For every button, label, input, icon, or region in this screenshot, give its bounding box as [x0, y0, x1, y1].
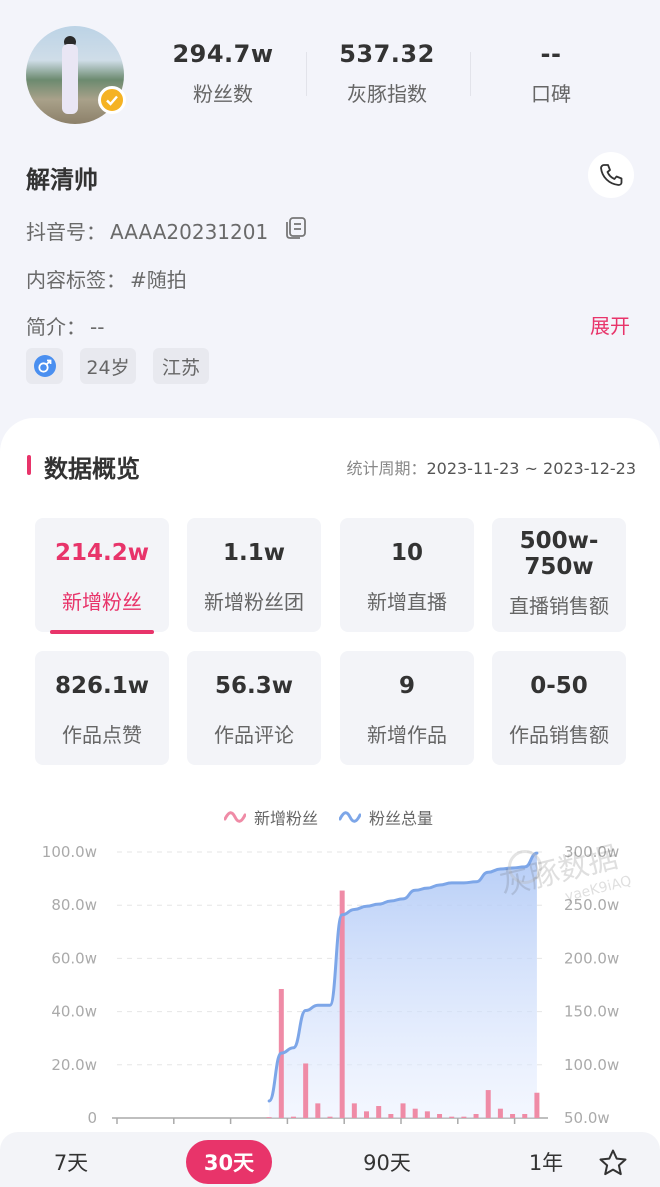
y-right-tick-label: 50.0w	[564, 1109, 610, 1127]
metric-tile[interactable]: 0-50 作品销售额	[492, 651, 626, 765]
metric-label: 作品评论	[214, 723, 294, 747]
new-fans-bar	[364, 1111, 370, 1118]
metric-value: 9	[398, 673, 415, 699]
new-fans-bar	[437, 1114, 443, 1118]
bio-label: 简介：	[26, 315, 86, 339]
metric-value: 1.1w	[223, 540, 285, 566]
metric-value: 56.3w	[215, 673, 293, 699]
bio-value: --	[90, 315, 105, 339]
stat-index-label: 灰豚指数	[347, 82, 427, 106]
metric-value: 826.1w	[55, 673, 149, 699]
metric-tile[interactable]: 1.1w 新增粉丝团	[187, 518, 321, 632]
douyin-id-value: AAAA20231201	[110, 220, 269, 244]
gender-tag	[26, 348, 63, 384]
range-option[interactable]: 7天	[36, 1140, 106, 1184]
phone-button[interactable]	[588, 152, 634, 198]
new-fans-bar	[461, 1116, 467, 1118]
metric-label: 新增作品	[367, 723, 447, 747]
y-left-tick-label: 0	[87, 1109, 97, 1127]
new-fans-bar	[388, 1114, 394, 1118]
profile-header: 294.7w 粉丝数 537.32 灰豚指数 -- 口碑 解清帅 抖音号： AAA…	[0, 0, 660, 440]
range-option[interactable]: 30天	[186, 1140, 272, 1184]
metric-label: 新增粉丝团	[204, 590, 304, 614]
new-fans-bar	[290, 1116, 296, 1118]
stat-followers: 294.7w 粉丝数	[148, 40, 298, 107]
new-fans-bar	[412, 1108, 418, 1118]
y-left-tick-label: 60.0w	[51, 949, 97, 967]
metric-label: 作品点赞	[62, 723, 142, 747]
metric-tile[interactable]: 9 新增作品	[340, 651, 474, 765]
y-right-tick-label: 150.0w	[564, 1003, 619, 1021]
region-tag: 江苏	[153, 348, 209, 384]
y-left-tick-label: 20.0w	[51, 1056, 97, 1074]
douyin-id-row: 抖音号： AAAA20231201	[26, 216, 272, 245]
y-right-tick-label: 100.0w	[564, 1056, 619, 1074]
new-fans-bar	[327, 1116, 333, 1118]
stat-index: 537.32 灰豚指数	[312, 40, 462, 107]
stat-followers-label: 粉丝数	[193, 82, 253, 106]
new-fans-bar	[485, 1090, 491, 1118]
active-underline	[50, 630, 154, 634]
divider	[470, 52, 471, 96]
section-title: 数据概览	[44, 455, 140, 483]
copy-icon[interactable]	[284, 214, 310, 240]
stat-period-value: 2023-11-23 ~ 2023-12-23	[426, 459, 636, 478]
new-fans-bar	[449, 1116, 455, 1118]
stat-reputation-value: --	[540, 40, 562, 68]
metric-tile[interactable]: 56.3w 作品评论	[187, 651, 321, 765]
range-option[interactable]: 90天	[344, 1140, 430, 1184]
new-fans-bar	[424, 1111, 430, 1118]
new-fans-bar	[303, 1063, 309, 1118]
douyin-id-label: 抖音号：	[26, 220, 106, 244]
metric-label: 直播销售额	[509, 594, 609, 618]
age-tag: 24岁	[80, 348, 136, 384]
content-tags-label: 内容标签：	[26, 268, 126, 292]
metric-label: 新增直播	[367, 590, 447, 614]
account-name: 解清帅	[26, 166, 98, 194]
expand-link[interactable]: 展开	[590, 310, 630, 339]
content-tags-value: #随拍	[130, 268, 187, 292]
metric-value: 214.2w	[55, 540, 149, 566]
content-tags-row: 内容标签： #随拍	[26, 264, 191, 293]
y-left-tick-label: 100.0w	[42, 843, 97, 861]
stat-reputation: -- 口碑	[476, 40, 626, 107]
stat-period-label: 统计周期：	[346, 459, 427, 478]
stat-reputation-label: 口碑	[531, 82, 571, 106]
new-fans-bar	[497, 1108, 503, 1118]
stat-followers-value: 294.7w	[172, 40, 274, 68]
section-accent-bar	[27, 455, 31, 475]
male-icon	[33, 355, 56, 377]
stat-period: 统计周期：2023-11-23 ~ 2023-12-23	[346, 455, 636, 479]
new-fans-bar	[315, 1103, 321, 1118]
metric-tile[interactable]: 214.2w 新增粉丝	[35, 518, 169, 634]
stat-index-value: 537.32	[339, 40, 435, 68]
metric-label: 新增粉丝	[62, 590, 142, 614]
new-fans-bar	[522, 1114, 528, 1118]
new-fans-bar	[400, 1103, 406, 1118]
metric-value: 10	[390, 540, 423, 566]
total-fans-area	[269, 853, 537, 1118]
metric-label: 作品销售额	[509, 723, 609, 747]
metric-value: 0-50	[530, 673, 588, 699]
y-left-tick-label: 80.0w	[51, 896, 97, 914]
star-icon[interactable]	[598, 1148, 628, 1178]
new-fans-bar	[266, 1117, 272, 1118]
divider	[306, 52, 307, 96]
y-right-tick-label: 200.0w	[564, 949, 619, 967]
new-fans-bar	[534, 1092, 540, 1118]
phone-icon	[600, 164, 623, 186]
metric-value: 500w- 750w	[519, 528, 599, 580]
new-fans-bar	[473, 1114, 479, 1118]
new-fans-bar	[351, 1103, 357, 1118]
metric-tile[interactable]: 10 新增直播	[340, 518, 474, 632]
bio-row: 简介： --	[26, 311, 108, 340]
metric-tile[interactable]: 500w- 750w 直播销售额	[492, 518, 626, 632]
range-option[interactable]: 1年	[514, 1140, 578, 1184]
avatar-figure	[62, 44, 78, 114]
metric-tile[interactable]: 826.1w 作品点赞	[35, 651, 169, 765]
y-left-tick-label: 40.0w	[51, 1003, 97, 1021]
new-fans-bar	[510, 1114, 516, 1118]
verified-icon	[98, 86, 126, 114]
new-fans-bar	[376, 1106, 382, 1118]
